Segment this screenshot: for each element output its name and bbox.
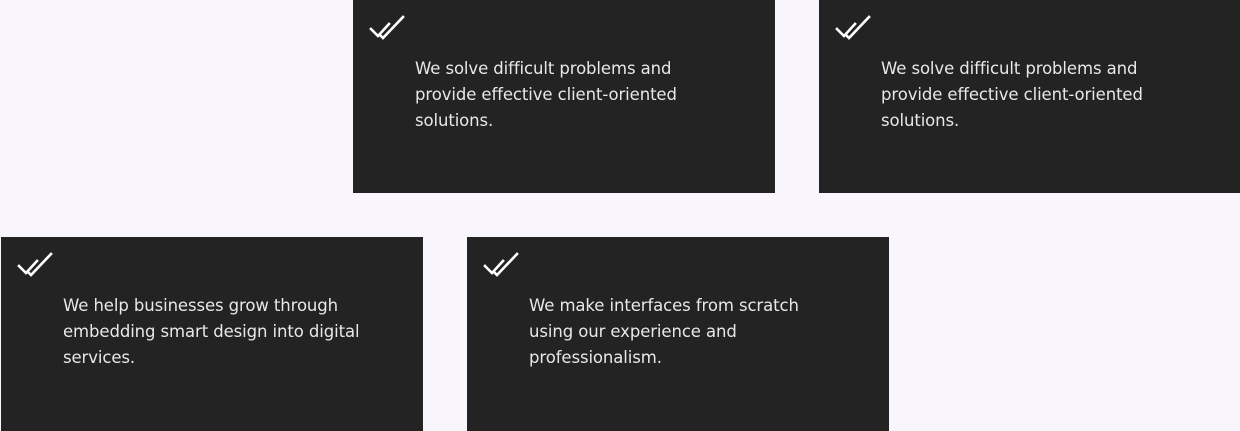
- feature-card-text: We help businesses grow through embeddin…: [63, 296, 360, 367]
- feature-card: We solve difficult problems and provide …: [819, 0, 1240, 193]
- feature-card-text: We solve difficult problems and provide …: [415, 59, 677, 130]
- feature-card-text: We make interfaces from scratch using ou…: [529, 296, 799, 367]
- double-check-icon: [369, 15, 405, 40]
- feature-card: We make interfaces from scratch using ou…: [467, 237, 889, 431]
- feature-card: We help businesses grow through embeddin…: [1, 237, 423, 431]
- double-check-icon: [835, 15, 871, 40]
- feature-card-text: We solve difficult problems and provide …: [881, 59, 1143, 130]
- double-check-icon: [483, 252, 519, 277]
- double-check-icon: [17, 252, 53, 277]
- feature-card: We solve difficult problems and provide …: [353, 0, 775, 193]
